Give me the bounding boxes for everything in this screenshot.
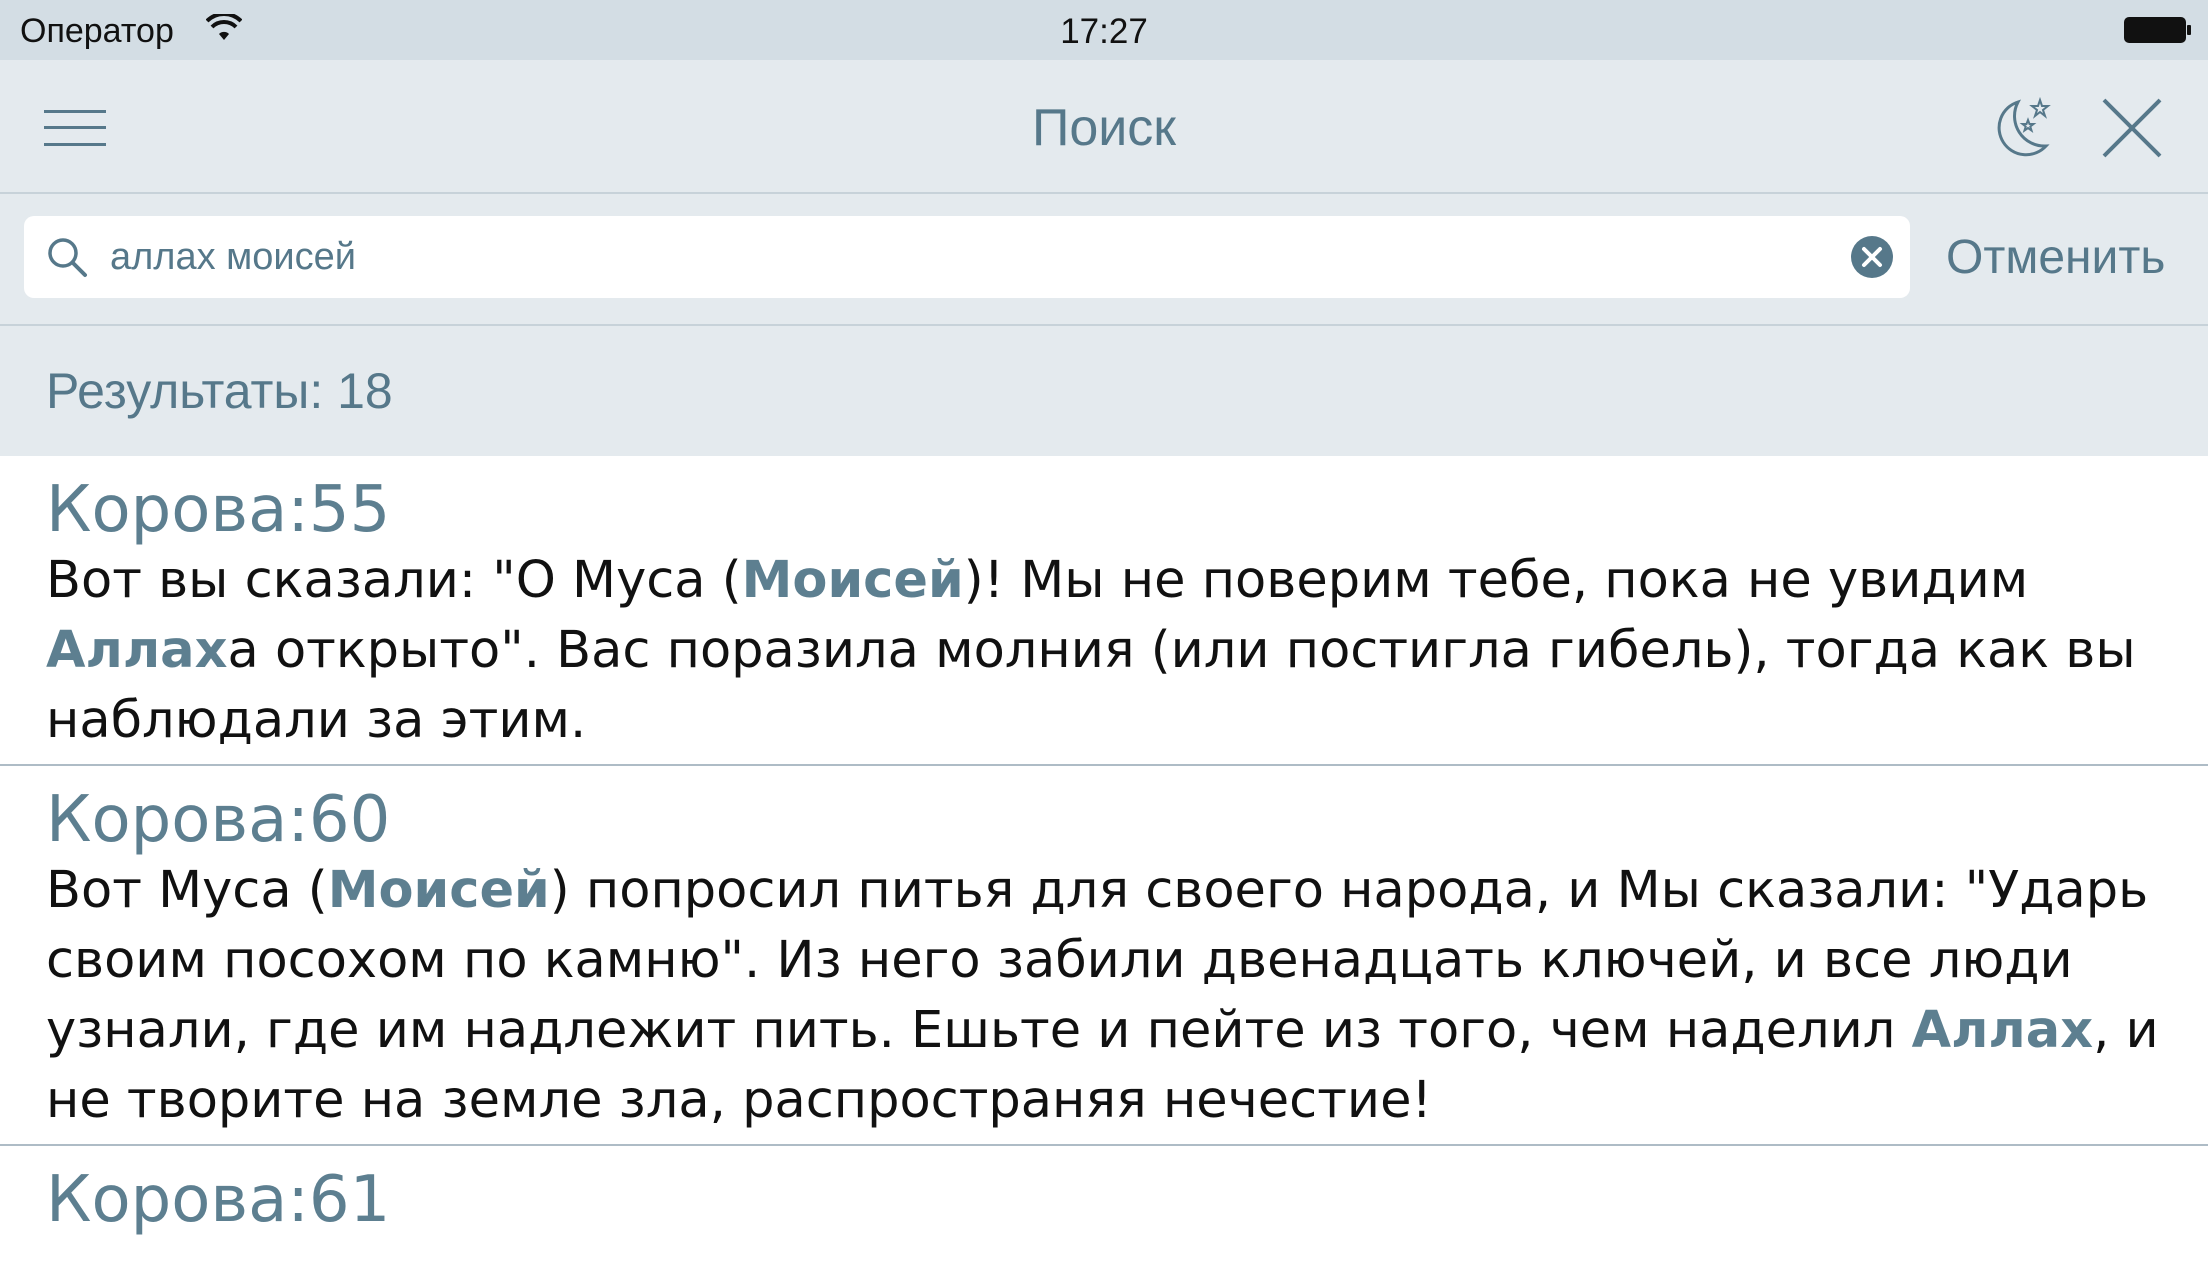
results-count: Результаты: 18: [46, 363, 393, 419]
list-item[interactable]: Корова:55 Вот вы сказали: "О Муса (Моисе…: [0, 456, 2208, 766]
page-title: Поиск: [1031, 99, 1177, 157]
search-input[interactable]: [110, 228, 1810, 286]
search-icon: [48, 238, 87, 277]
night-mode-icon[interactable]: [1988, 94, 2056, 160]
verse-text-segment: Вот вы сказали: "О Муса (: [46, 551, 742, 610]
status-bar: Оператор 17:27: [0, 0, 2208, 60]
close-icon[interactable]: [2100, 96, 2164, 160]
list-item[interactable]: Корова:61: [0, 1146, 2208, 1266]
result-list: Корова:55 Вот вы сказали: "О Муса (Моисе…: [0, 456, 2208, 1266]
highlighted-term: Моисей: [327, 861, 550, 920]
list-item[interactable]: Корова:60 Вот Муса (Моисей) попросил пит…: [0, 766, 2208, 1146]
battery-icon: [2124, 17, 2191, 43]
verse-text-segment: а открыто". Вас поразила молния (или пос…: [46, 621, 2136, 750]
verse-reference: Корова:60: [46, 783, 391, 857]
verse-text: Вот Муса (Моисей) попросил питья для сво…: [46, 852, 2162, 1150]
highlighted-term: Моисей: [741, 551, 964, 610]
navigation-bar: Поиск: [0, 60, 2208, 194]
verse-text-segment: )! Мы не поверим тебе, пока не увидим: [963, 551, 2029, 610]
cancel-button[interactable]: Отменить: [1946, 230, 2165, 285]
search-bar: Отменить: [0, 194, 2208, 326]
verse-reference: Корова:55: [46, 473, 391, 547]
verse-reference: Корова:61: [46, 1163, 391, 1237]
verse-text: Вот вы сказали: "О Муса (Моисей)! Мы не …: [46, 542, 2162, 770]
highlighted-term: Аллах: [1911, 1001, 2094, 1060]
results-header: Результаты: 18: [0, 326, 2208, 456]
search-box[interactable]: [24, 216, 1910, 298]
highlighted-term: Аллах: [46, 621, 228, 680]
verse-text-segment: Вот Муса (: [46, 861, 328, 920]
status-time: 17:27: [1060, 12, 1148, 51]
clear-search-icon[interactable]: [1850, 235, 1894, 279]
